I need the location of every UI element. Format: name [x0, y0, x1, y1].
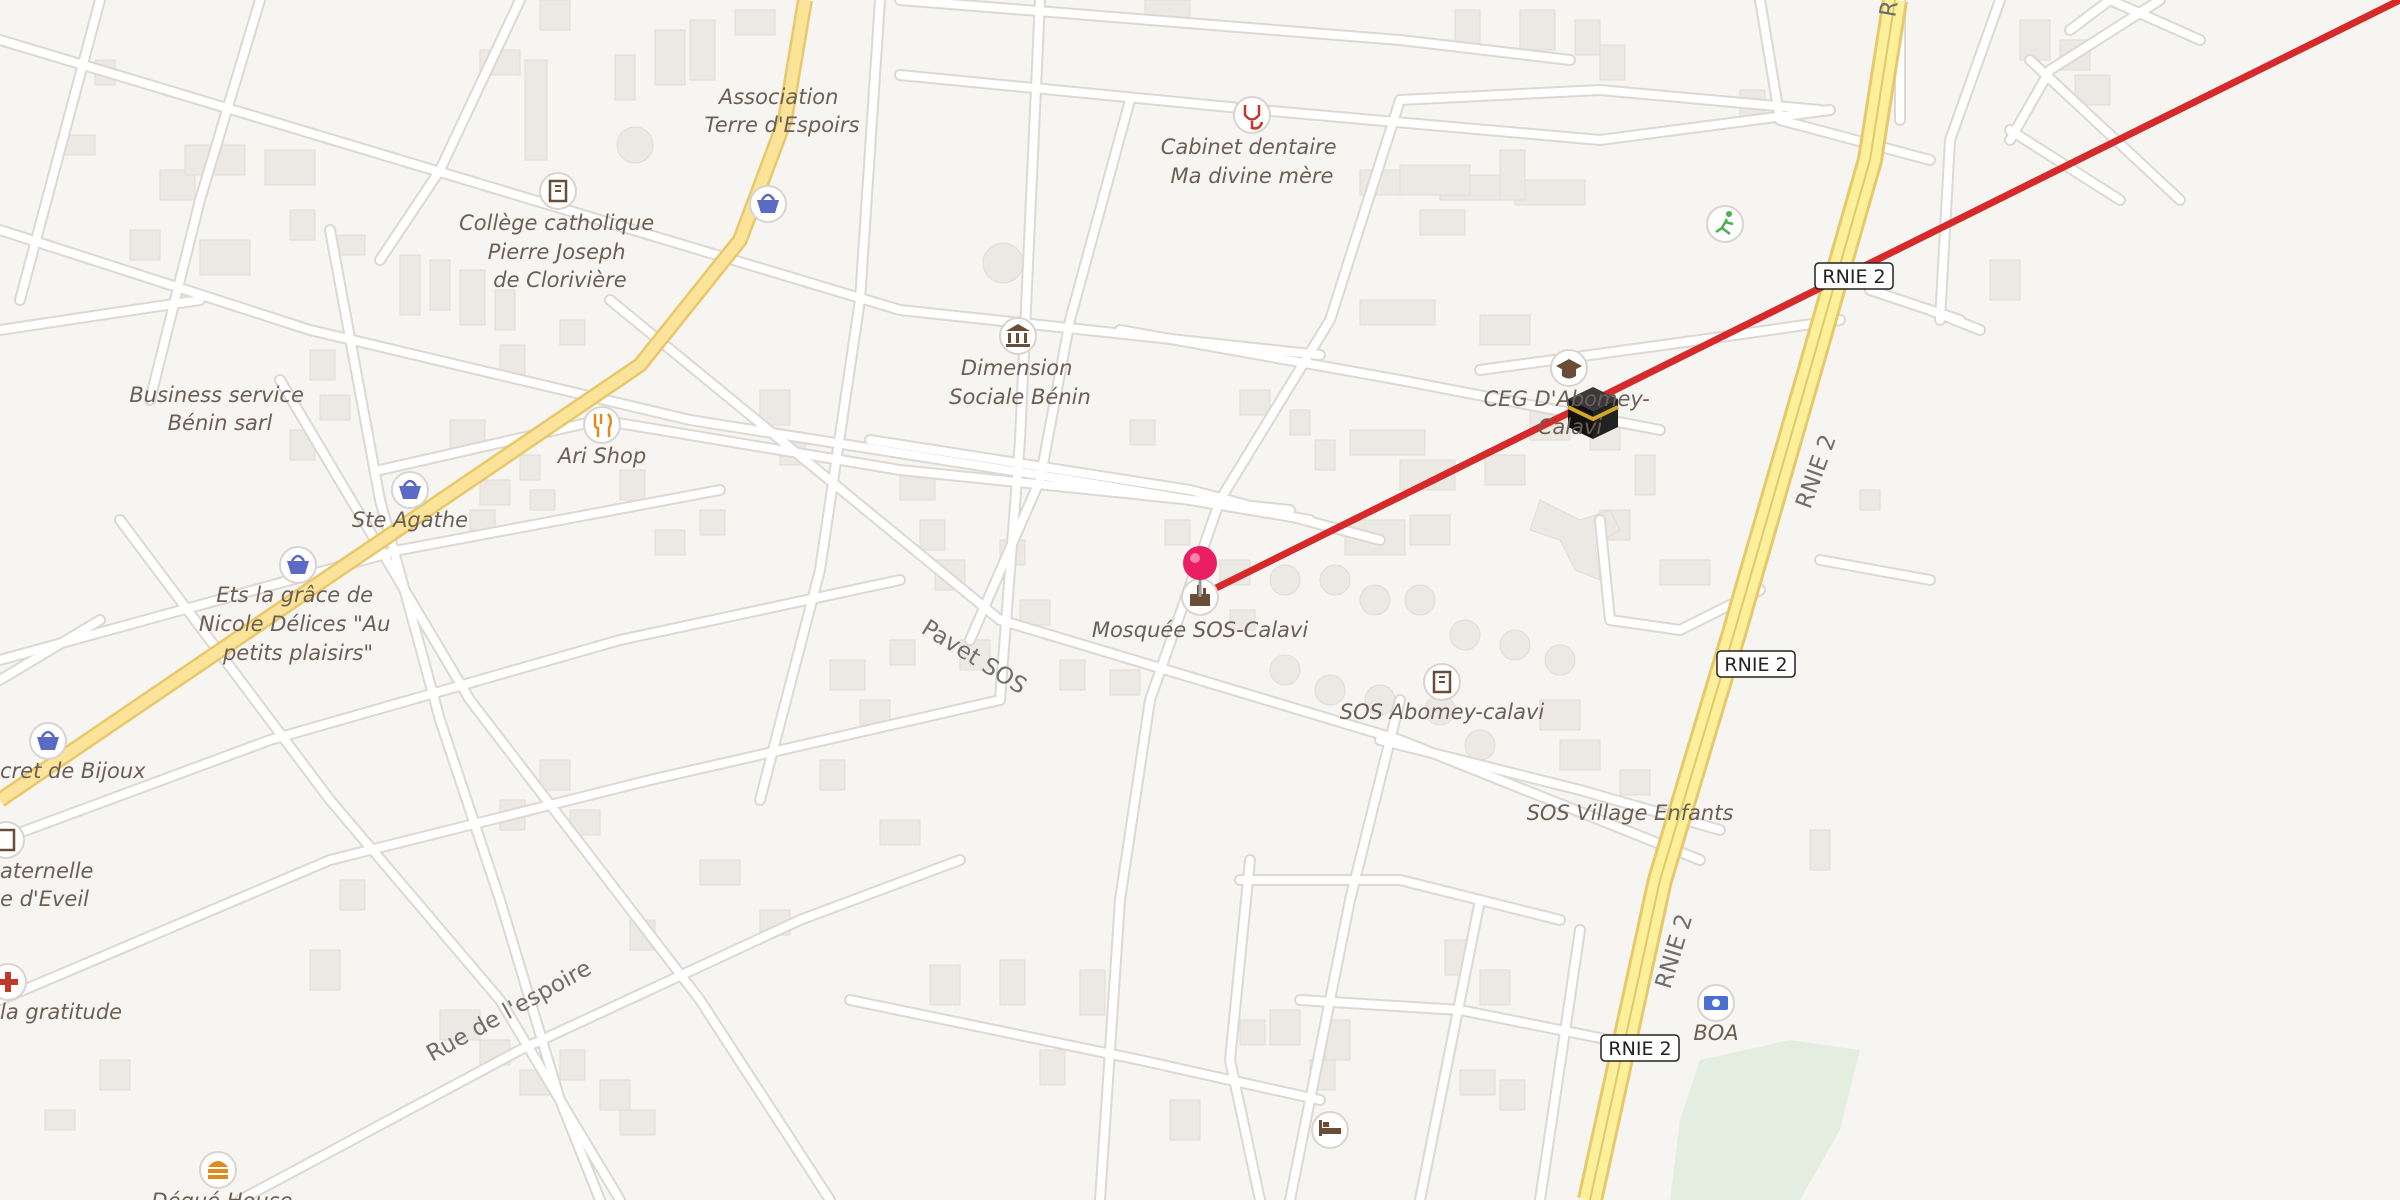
shop-basket-icon[interactable]: [29, 722, 67, 760]
running-person-icon[interactable]: [1706, 205, 1744, 243]
bank-note-icon[interactable]: [1697, 984, 1735, 1022]
fast-food-icon[interactable]: [199, 1151, 237, 1189]
poi-label-secret-bijoux: cret de Bijoux: [0, 759, 146, 783]
poi-label-ste-agathe: Ste Agathe: [352, 508, 468, 532]
school-icon[interactable]: [1423, 663, 1461, 701]
stethoscope-icon[interactable]: [1233, 96, 1271, 134]
poi-label-ets-la-grace: Ets la grâce de Nicole Délices "Au petit…: [199, 583, 397, 665]
shield-text: RNIE 2: [1608, 1038, 1671, 1060]
poi-label-ari-shop: Ari Shop: [556, 444, 646, 468]
road-shield-rnie2-b: RNIE 2: [1716, 650, 1796, 678]
pharmacy-cross-icon[interactable]: [0, 963, 27, 1001]
shop-basket-icon[interactable]: [391, 471, 429, 509]
poi-label-mosquee: Mosquée SOS-Calavi: [1092, 618, 1308, 642]
road-shield-rnie2-a: RNIE 2: [1814, 262, 1894, 290]
school-icon[interactable]: [539, 172, 577, 210]
shield-text: RNIE 2: [1822, 266, 1885, 288]
restaurant-icon[interactable]: [583, 406, 621, 444]
graduation-cap-icon[interactable]: [1550, 349, 1588, 387]
poi-label-degue-house: Dégué House: [151, 1189, 292, 1200]
poi-label-sos-abomey: SOS Abomey-calavi: [1340, 700, 1545, 724]
road-label-rnie2-top: R: [1875, 0, 1903, 19]
poi-label-la-gratitude: la gratitude: [0, 1000, 122, 1024]
road-shield-rnie2-c: RNIE 2: [1600, 1034, 1680, 1062]
shop-basket-icon[interactable]: [749, 185, 787, 223]
poi-label-boa: BOA: [1693, 1021, 1738, 1045]
shield-text: RNIE 2: [1724, 654, 1787, 676]
townhall-icon[interactable]: [999, 317, 1037, 355]
bed-icon[interactable]: [1311, 1111, 1349, 1149]
map-canvas[interactable]: Pavet SOS Rue de l'espoire RNIE 2 RNIE 2…: [0, 0, 2400, 1200]
shop-basket-icon[interactable]: [279, 546, 317, 584]
poi-label-sos-village: SOS Village Enfants: [1527, 801, 1734, 825]
